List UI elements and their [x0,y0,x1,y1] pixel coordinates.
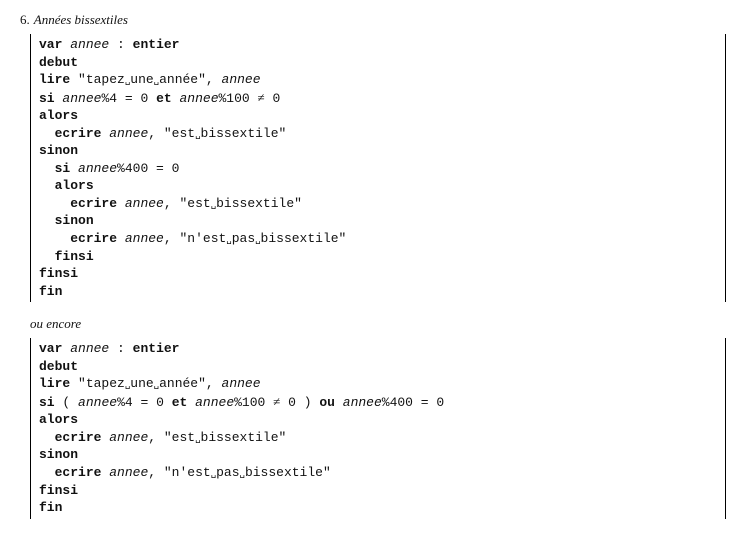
exercise-title: Années bissextiles [34,12,128,27]
kw-et: et [156,91,172,106]
str-prompt: "tapez␣une␣année" [78,376,206,391]
op-mod100: %100 [234,395,265,410]
kw-alors: alors [39,412,78,427]
kw-sinon: sinon [55,213,94,228]
kw-si: si [55,161,71,176]
kw-finsi: finsi [55,249,94,264]
kw-fin: fin [39,500,62,515]
rparen: ) [304,395,312,410]
var-annee: annee [179,91,218,106]
kw-debut: debut [39,55,78,70]
op-mod4: %4 = 0 [101,91,148,106]
kw-ecrire: ecrire [70,196,117,211]
str-bissextile: "est␣bissextile" [164,126,286,141]
var-annee: annee [70,37,109,52]
kw-fin: fin [39,284,62,299]
var-annee: annee [125,196,164,211]
code-block-2: var annee : entier debut lire "tapez␣une… [30,338,726,518]
op-mod4: %4 = 0 [117,395,164,410]
ou-encore-label: ou encore [30,316,726,332]
comma: , [164,231,172,246]
op-mod100: %100 [219,91,250,106]
str-bissextile: "est␣bissextile" [179,196,301,211]
exercise-heading: 6. Années bissextiles [20,12,726,28]
var-annee: annee [109,465,148,480]
kw-si: si [39,395,55,410]
colon: : [117,341,125,356]
str-non-bissextile: "n'est␣pas␣bissextile" [179,231,346,246]
str-prompt: "tapez␣une␣année" [78,72,206,87]
kw-entier: entier [133,341,180,356]
var-annee: annee [343,395,382,410]
kw-finsi: finsi [39,266,78,281]
zero: 0 [280,395,296,410]
var-annee: annee [222,72,261,87]
var-annee: annee [70,341,109,356]
var-annee: annee [195,395,234,410]
kw-si: si [39,91,55,106]
var-annee: annee [109,430,148,445]
kw-lire: lire [39,72,70,87]
kw-alors: alors [55,178,94,193]
kw-et: et [172,395,188,410]
kw-ou: ou [319,395,335,410]
op-mod400: %400 = 0 [382,395,444,410]
comma: , [206,72,214,87]
kw-ecrire: ecrire [55,430,102,445]
kw-ecrire: ecrire [55,126,102,141]
kw-var: var [39,37,62,52]
var-annee: annee [222,376,261,391]
comma: , [148,430,156,445]
var-annee: annee [78,395,117,410]
comma: , [206,376,214,391]
str-non-bissextile: "n'est␣pas␣bissextile" [164,465,331,480]
kw-sinon: sinon [39,143,78,158]
lparen: ( [62,395,70,410]
str-bissextile: "est␣bissextile" [164,430,286,445]
var-annee: annee [78,161,117,176]
neq-symbol: ≠ [258,90,265,105]
kw-lire: lire [39,376,70,391]
op-mod400: %400 = 0 [117,161,179,176]
zero: 0 [265,91,281,106]
kw-sinon: sinon [39,447,78,462]
kw-alors: alors [39,108,78,123]
kw-entier: entier [133,37,180,52]
colon: : [117,37,125,52]
var-annee: annee [125,231,164,246]
var-annee: annee [109,126,148,141]
comma: , [148,126,156,141]
comma: , [164,196,172,211]
code-block-1: var annee : entier debut lire "tapez␣une… [30,34,726,302]
kw-var: var [39,341,62,356]
kw-finsi: finsi [39,483,78,498]
kw-ecrire: ecrire [70,231,117,246]
exercise-number: 6. [20,12,30,27]
var-annee: annee [62,91,101,106]
comma: , [148,465,156,480]
kw-debut: debut [39,359,78,374]
kw-ecrire: ecrire [55,465,102,480]
